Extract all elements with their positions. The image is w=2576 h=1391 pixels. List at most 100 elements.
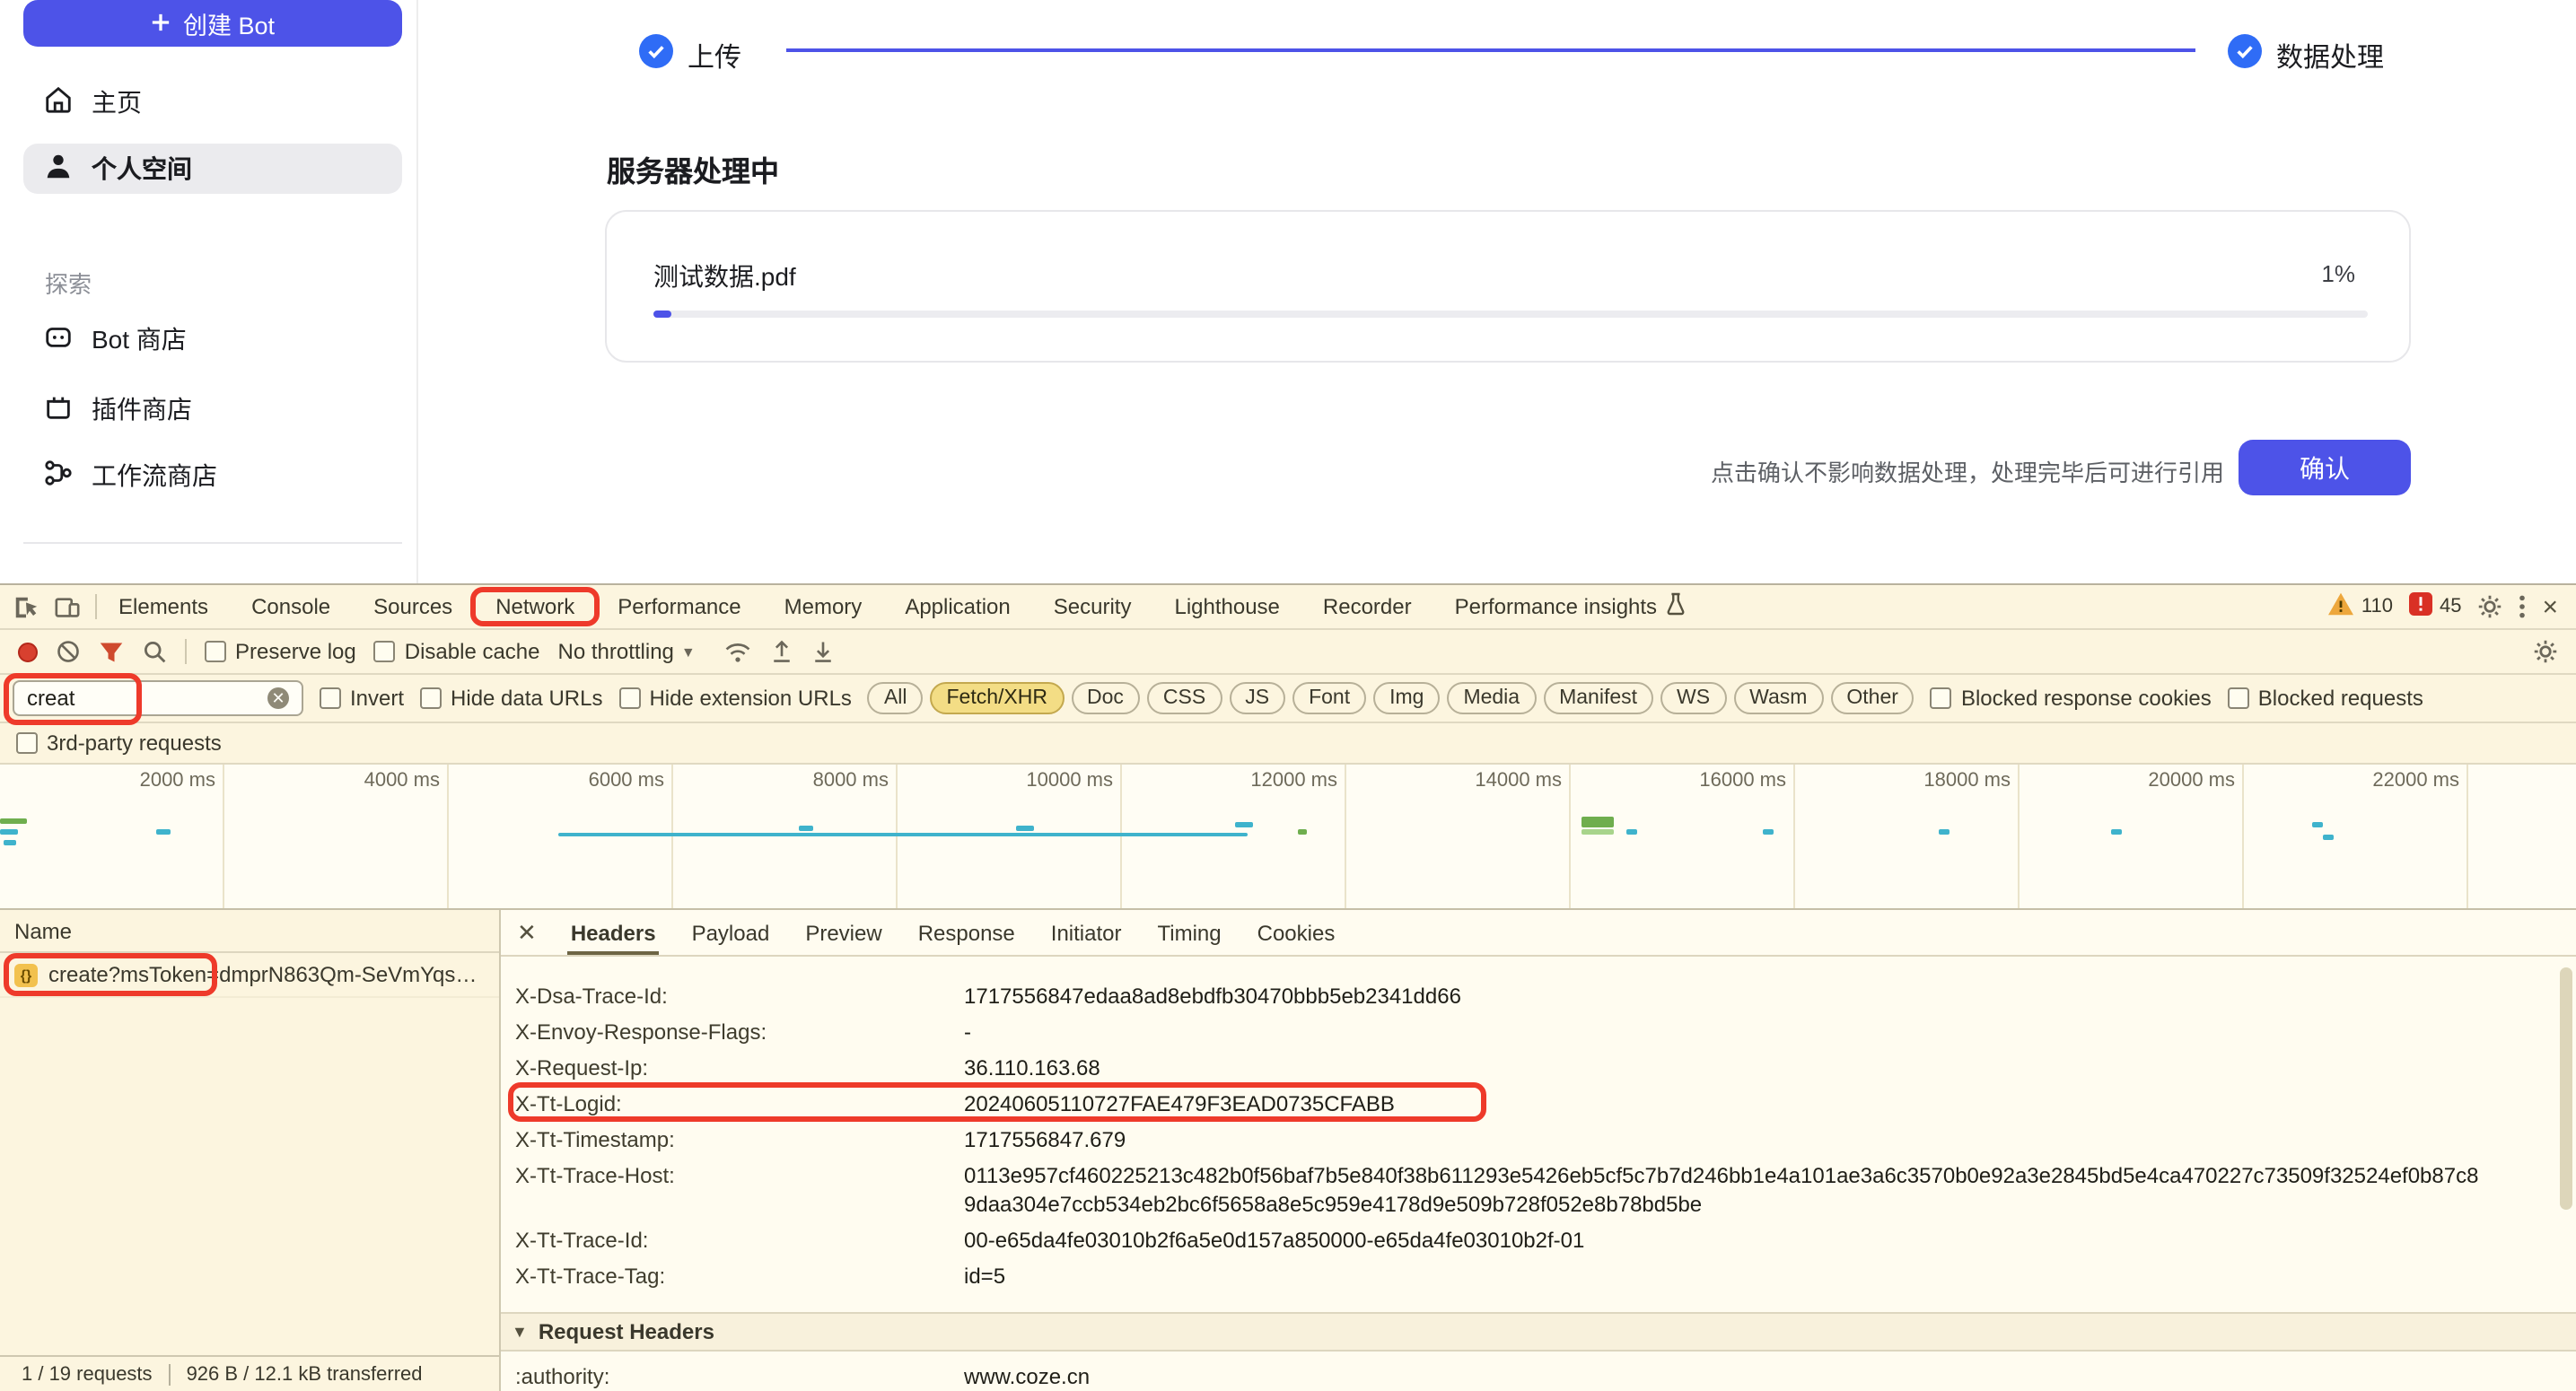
devtools-tab-lighthouse[interactable]: Lighthouse <box>1152 585 1301 628</box>
network-conditions-icon[interactable] <box>724 640 753 663</box>
header-row: X-Envoy-Response-Flags:- <box>515 1014 2576 1050</box>
blocked-response-cookies-checkbox-input[interactable] <box>1931 687 1952 709</box>
devtools-close-icon[interactable]: × <box>2542 593 2558 620</box>
devtools-tab-performance-insights[interactable]: Performance insights <box>1433 585 1707 628</box>
screen: 创建 Bot 主页 个人空间 探索 Bot 商店 插件商店 工作流 <box>0 0 2576 1391</box>
invert-checkbox-input[interactable] <box>320 687 341 709</box>
filter-input[interactable]: creat ✕ <box>13 680 303 716</box>
filter-pill-other[interactable]: Other <box>1830 682 1914 714</box>
devtools-tabs: ElementsConsoleSourcesNetworkPerformance… <box>97 585 1707 628</box>
preserve-log-checkbox[interactable]: Preserve log <box>205 639 356 664</box>
headers-body: X-Dsa-Trace-Id:1717556847edaa8ad8ebdfb30… <box>501 957 2576 1391</box>
stepper-connector <box>786 48 2195 52</box>
devtools-tab-network[interactable]: Network <box>474 585 596 628</box>
header-value: www.coze.cn <box>964 1362 1090 1391</box>
filter-pill-all[interactable]: All <box>868 682 924 714</box>
kebab-menu-icon[interactable] <box>2519 594 2526 619</box>
hide-data-urls-checkbox[interactable]: Hide data URLs <box>420 686 602 711</box>
sidebar-item-plugin-store[interactable]: 插件商店 <box>23 384 402 434</box>
network-timeline-overview[interactable]: 2000 ms4000 ms6000 ms8000 ms10000 ms1200… <box>0 765 2576 910</box>
filter-pill-css[interactable]: CSS <box>1147 682 1222 714</box>
filter-pill-img[interactable]: Img <box>1373 682 1440 714</box>
sidebar-item-personal-space[interactable]: 个人空间 <box>23 144 402 194</box>
filter-pill-manifest[interactable]: Manifest <box>1543 682 1653 714</box>
details-tab-preview[interactable]: Preview <box>787 910 899 955</box>
confirm-button[interactable]: 确认 <box>2239 440 2411 495</box>
sidebar-item-label: 个人空间 <box>92 151 192 187</box>
devtools-tab-application[interactable]: Application <box>883 585 1031 628</box>
third-party-requests-checkbox[interactable]: 3rd-party requests <box>16 730 222 756</box>
devtools-tab-performance[interactable]: Performance <box>596 585 762 628</box>
details-tab-response[interactable]: Response <box>900 910 1033 955</box>
devtools-tab-memory[interactable]: Memory <box>763 585 884 628</box>
network-filter-bar: creat ✕ Invert Hide data URLs Hide exten… <box>0 675 2576 723</box>
hide-data-urls-checkbox-input[interactable] <box>420 687 442 709</box>
hide-extension-urls-checkbox-input[interactable] <box>618 687 640 709</box>
triangle-down-icon: ▼ <box>512 1323 528 1341</box>
devtools-tab-security[interactable]: Security <box>1032 585 1153 628</box>
details-tab-initiator[interactable]: Initiator <box>1033 910 1140 955</box>
disable-cache-checkbox-input[interactable] <box>374 641 396 662</box>
third-party-requests-checkbox-input[interactable] <box>16 732 38 754</box>
create-bot-button[interactable]: 创建 Bot <box>23 0 402 47</box>
timeline-tick: 2000 ms <box>0 765 224 908</box>
sidebar-item-bot-store[interactable]: Bot 商店 <box>23 314 402 364</box>
sidebar-item-label: 插件商店 <box>92 391 192 427</box>
waterfall-bar <box>1763 829 1774 835</box>
warnings-counter[interactable]: 110 <box>2329 592 2393 621</box>
preserve-log-label: Preserve log <box>235 639 356 664</box>
file-name: 测试数据.pdf <box>653 258 796 294</box>
details-scrollbar[interactable] <box>2560 967 2572 1210</box>
request-row[interactable]: {}create?msToken=dmprN863Qm-SeVmYqs… <box>0 953 499 998</box>
details-tab-cookies[interactable]: Cookies <box>1240 910 1354 955</box>
hide-extension-urls-checkbox[interactable]: Hide extension URLs <box>618 686 851 711</box>
search-icon[interactable] <box>142 639 167 664</box>
timeline-ticks: 2000 ms4000 ms6000 ms8000 ms10000 ms1200… <box>0 765 2576 908</box>
blocked-requests-checkbox[interactable]: Blocked requests <box>2228 686 2423 711</box>
disable-cache-checkbox[interactable]: Disable cache <box>374 639 540 664</box>
request-type-filters: AllFetch/XHRDocCSSJSFontImgMediaManifest… <box>868 682 1914 714</box>
device-toolbar-icon[interactable] <box>54 593 81 620</box>
details-tab-payload[interactable]: Payload <box>674 910 788 955</box>
record-network-log-icon[interactable] <box>18 642 38 661</box>
blocked-response-cookies-checkbox[interactable]: Blocked response cookies <box>1931 686 2212 711</box>
clear-filter-icon[interactable]: ✕ <box>267 687 289 709</box>
throttling-dropdown[interactable]: No throttling ▼ <box>558 639 696 664</box>
devtools-tab-elements[interactable]: Elements <box>97 585 230 628</box>
tab-label: Sources <box>373 594 452 619</box>
devtools-tabbar: ElementsConsoleSourcesNetworkPerformance… <box>0 585 2576 630</box>
blocked-requests-checkbox-input[interactable] <box>2228 687 2249 709</box>
details-tab-headers[interactable]: Headers <box>553 910 674 955</box>
network-settings-gear-icon[interactable] <box>2533 639 2558 664</box>
export-har-icon[interactable] <box>812 639 836 664</box>
devtools-tab-recorder[interactable]: Recorder <box>1301 585 1433 628</box>
sidebar-item-home[interactable]: 主页 <box>23 77 402 127</box>
waterfall-bar <box>2111 829 2122 835</box>
filter-pill-js[interactable]: JS <box>1229 682 1285 714</box>
response-headers-list: X-Dsa-Trace-Id:1717556847edaa8ad8ebdfb30… <box>515 978 2576 1294</box>
close-details-icon[interactable]: ✕ <box>501 918 553 947</box>
devtools-tab-console[interactable]: Console <box>230 585 352 628</box>
name-column-header[interactable]: Name <box>0 910 499 953</box>
filter-pill-media[interactable]: Media <box>1447 682 1536 714</box>
devtools-tab-sources[interactable]: Sources <box>352 585 474 628</box>
filter-pill-doc[interactable]: Doc <box>1071 682 1140 714</box>
import-har-icon[interactable] <box>771 639 794 664</box>
waterfall-bar <box>0 818 27 824</box>
details-tab-timing[interactable]: Timing <box>1140 910 1240 955</box>
filter-pill-wasm[interactable]: Wasm <box>1733 682 1823 714</box>
filter-funnel-icon[interactable] <box>99 640 124 663</box>
preserve-log-checkbox-input[interactable] <box>205 641 226 662</box>
errors-counter[interactable]: 45 <box>2409 592 2462 621</box>
request-headers-section-header[interactable]: ▼ Request Headers <box>501 1312 2576 1352</box>
invert-checkbox[interactable]: Invert <box>320 686 404 711</box>
filter-pill-fetch-xhr[interactable]: Fetch/XHR <box>931 682 1065 714</box>
sidebar-item-workflow-store[interactable]: 工作流商店 <box>23 451 402 501</box>
file-processing-card: 测试数据.pdf 1% <box>605 210 2411 363</box>
settings-gear-icon[interactable] <box>2477 594 2502 619</box>
inspect-element-icon[interactable] <box>13 593 39 620</box>
waterfall-bar <box>1235 822 1253 827</box>
filter-pill-font[interactable]: Font <box>1292 682 1366 714</box>
filter-pill-ws[interactable]: WS <box>1660 682 1726 714</box>
clear-network-log-icon[interactable] <box>56 639 81 664</box>
